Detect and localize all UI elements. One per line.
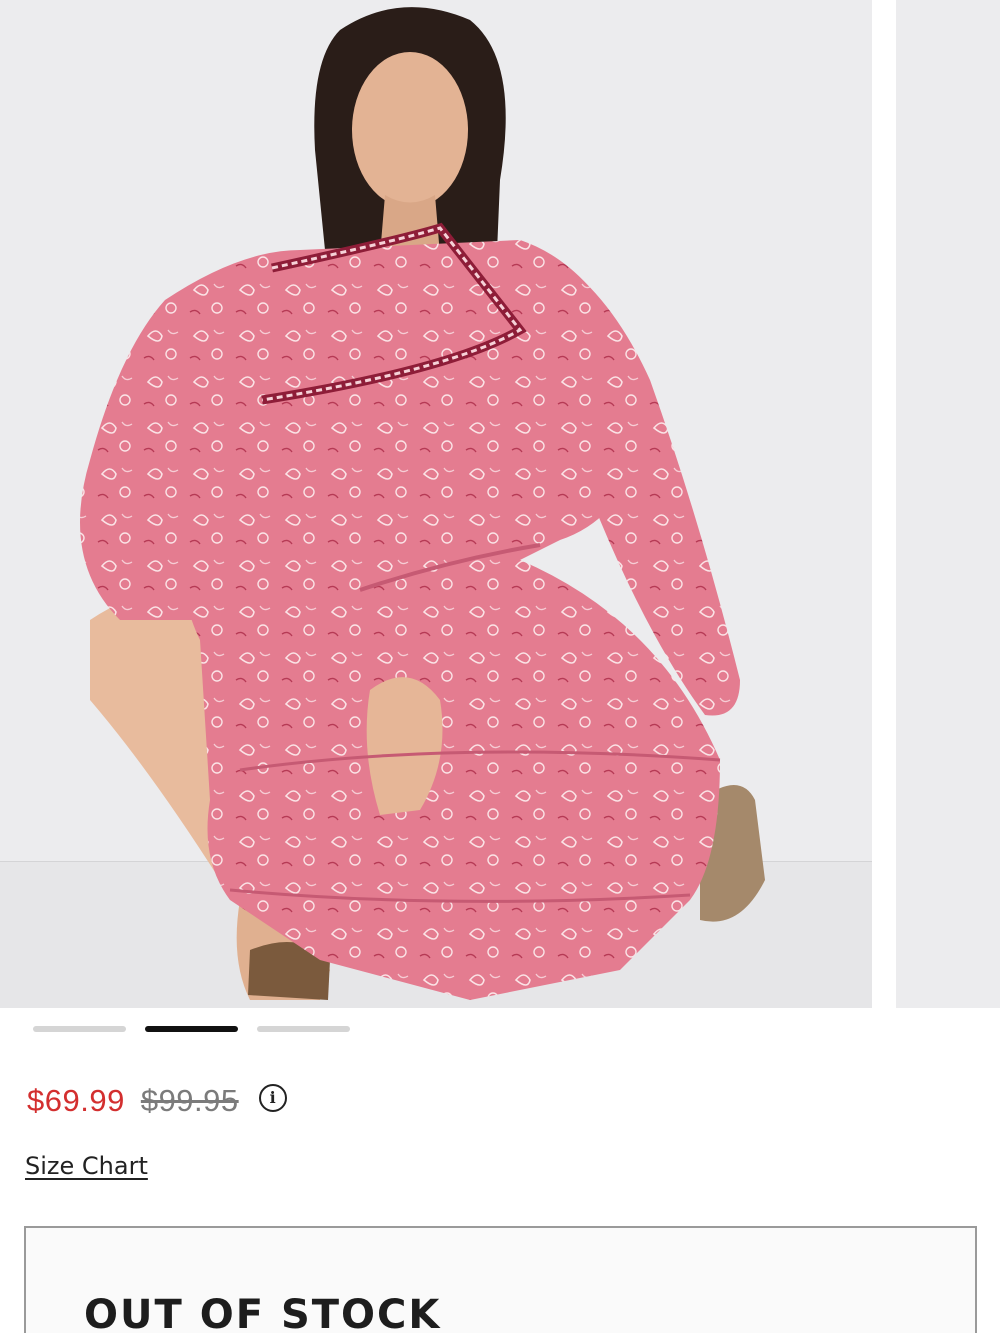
carousel-pagination: [33, 1026, 350, 1032]
product-image-carousel[interactable]: [0, 0, 1000, 1010]
out-of-stock-heading: OUT OF STOCK: [84, 1292, 442, 1333]
next-product-image[interactable]: [896, 0, 1000, 1008]
product-image[interactable]: [0, 0, 872, 1008]
size-chart-link[interactable]: Size Chart: [25, 1152, 148, 1180]
original-price: $99.95: [140, 1083, 239, 1118]
price-row: $69.99 $99.95 i: [27, 1083, 287, 1119]
stock-status-panel: OUT OF STOCK: [24, 1226, 977, 1333]
carousel-dot-3[interactable]: [257, 1026, 350, 1032]
carousel-dot-1[interactable]: [33, 1026, 126, 1032]
sale-price: $69.99: [27, 1083, 125, 1118]
info-circle-icon[interactable]: i: [258, 1084, 287, 1112]
model-illustration: [80, 7, 765, 1000]
carousel-dot-2[interactable]: [145, 1026, 238, 1032]
